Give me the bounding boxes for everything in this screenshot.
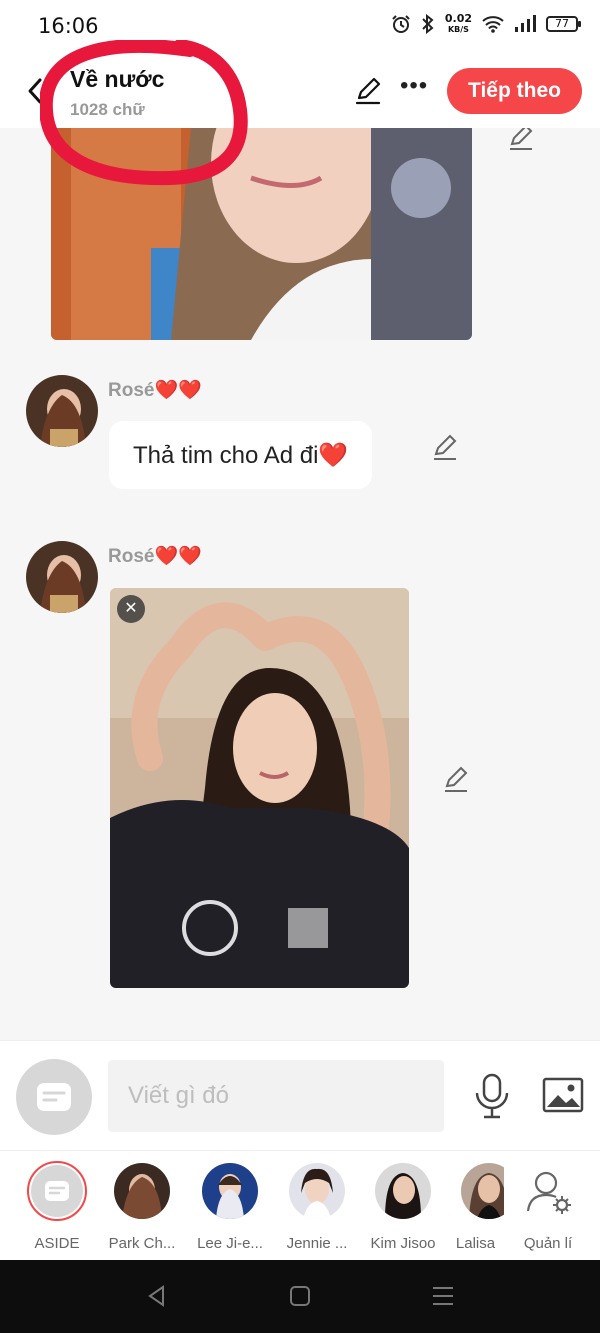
message-bubble[interactable]: Thả tim cho Ad đi❤️ xyxy=(109,421,373,489)
nav-menu-icon[interactable] xyxy=(431,1284,455,1308)
character-name: Quản lí xyxy=(523,1235,573,1252)
character-manage[interactable]: Quản lí xyxy=(508,1163,588,1252)
message-icon xyxy=(37,1083,71,1111)
alarm-icon xyxy=(392,15,410,33)
user-settings-icon xyxy=(526,1171,571,1214)
sender-name: Rosé❤️❤️ xyxy=(108,380,202,401)
pencil-icon[interactable] xyxy=(443,766,471,794)
avatar xyxy=(114,1163,170,1219)
character-park[interactable]: Park Ch... xyxy=(102,1163,182,1252)
avatar[interactable] xyxy=(26,375,98,447)
close-icon[interactable]: ✕ xyxy=(117,595,145,623)
character-name: Lee Ji-e... xyxy=(197,1235,263,1252)
system-nav-bar xyxy=(0,1260,600,1333)
microphone-icon[interactable] xyxy=(474,1073,510,1119)
next-button[interactable]: Tiếp theo xyxy=(447,68,582,114)
pencil-icon[interactable] xyxy=(432,434,460,462)
pencil-icon[interactable] xyxy=(354,76,384,106)
character-jennie[interactable]: Jennie ... xyxy=(277,1163,357,1252)
aside-toggle-button[interactable] xyxy=(16,1059,92,1135)
more-icon[interactable]: ••• xyxy=(400,74,428,104)
message-input[interactable] xyxy=(108,1060,444,1132)
signal-icon xyxy=(515,15,536,32)
message-icon xyxy=(45,1181,69,1201)
status-bar: 16:06 0.02 KB/S 77 xyxy=(0,0,600,52)
back-arrow-icon[interactable] xyxy=(22,74,50,108)
avatar xyxy=(289,1163,345,1219)
message-photo[interactable] xyxy=(51,128,472,340)
character-aside[interactable]: ASIDE xyxy=(17,1161,97,1252)
word-count: 1028 chữ xyxy=(70,100,145,119)
status-icons: 0.02 KB/S 77 xyxy=(391,12,581,35)
composer-bar xyxy=(0,1040,600,1150)
bluetooth-icon xyxy=(422,14,434,34)
character-name: Park Ch... xyxy=(108,1235,176,1252)
pencil-icon[interactable] xyxy=(508,128,536,152)
character-name: Jennie ... xyxy=(286,1235,348,1252)
character-name: ASIDE xyxy=(34,1235,80,1252)
aside-avatar xyxy=(27,1161,87,1221)
character-lee[interactable]: Lee Ji-e... xyxy=(190,1163,270,1252)
avatar xyxy=(461,1163,504,1219)
network-speed: 0.02 KB/S xyxy=(444,12,472,34)
rose-avatar-image xyxy=(26,541,98,613)
character-name: Kim Jisoo xyxy=(370,1235,436,1252)
nav-home-icon[interactable] xyxy=(288,1284,312,1308)
jisoo-photo-image xyxy=(110,588,409,988)
avatar xyxy=(375,1163,431,1219)
sender-name: Rosé❤️❤️ xyxy=(108,546,202,567)
chat-area[interactable]: Rosé❤️❤️ Thả tim cho Ad đi❤️ Rosé❤️❤️ ✕ xyxy=(0,128,600,1040)
avatar[interactable] xyxy=(26,541,98,613)
rose-avatar-image xyxy=(26,375,98,447)
image-icon[interactable] xyxy=(542,1077,584,1113)
character-bar: ASIDE Park Ch... Lee Ji-e... Jennie ... … xyxy=(0,1150,600,1260)
character-lalisa[interactable]: Lalisa xyxy=(447,1163,504,1252)
character-kim[interactable]: Kim Jisoo xyxy=(363,1163,443,1252)
status-time: 16:06 xyxy=(38,14,99,38)
nav-back-icon[interactable] xyxy=(145,1284,169,1308)
battery-indicator: 77 xyxy=(546,16,581,32)
character-name: Lalisa xyxy=(455,1235,496,1252)
top-app-bar: Về nước 1028 chữ ••• Tiếp theo xyxy=(0,52,600,128)
avatar xyxy=(202,1163,258,1219)
wifi-icon xyxy=(482,16,504,33)
message-photo[interactable]: ✕ xyxy=(110,588,409,988)
story-title: Về nước xyxy=(70,66,165,92)
